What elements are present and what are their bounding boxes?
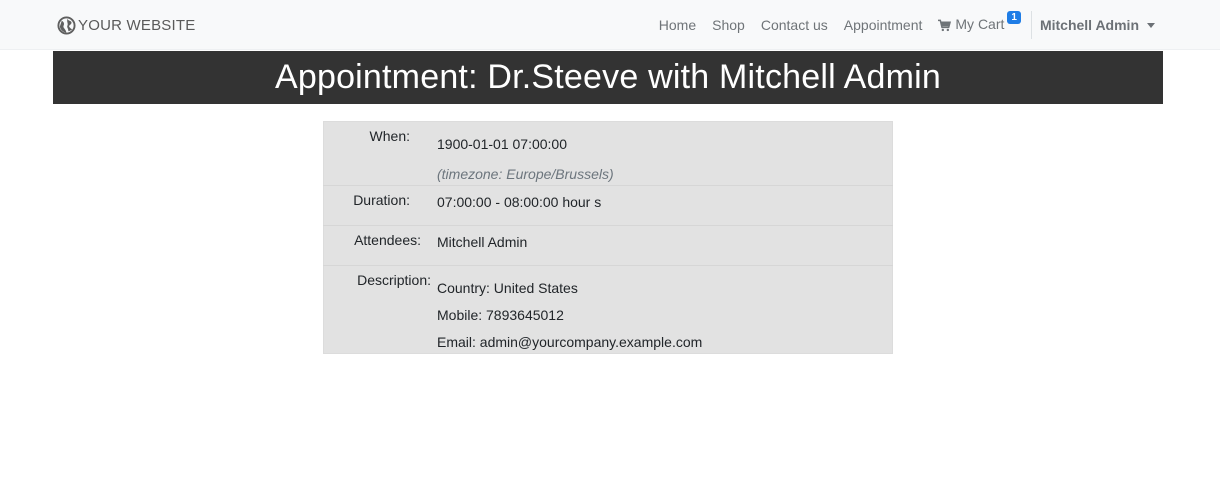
user-name: Mitchell Admin xyxy=(1039,17,1139,33)
page-title: Appointment: Dr.Steeve with Mitchell Adm… xyxy=(274,58,942,96)
description-line: Email: admin@yourcompany.example.com xyxy=(437,334,703,350)
top-navbar: YOUR WEBSITE Home Shop Contact us Appoin… xyxy=(0,0,1220,50)
user-menu-dropdown[interactable]: Mitchell Admin xyxy=(1032,17,1220,33)
cart-count-badge: 1 xyxy=(1007,10,1021,24)
attendees-value: Mitchell Admin xyxy=(437,234,528,250)
when-label: When: xyxy=(369,128,410,144)
chevron-down-icon xyxy=(1147,23,1155,28)
description-value: Country: United States Mobile: 789364501… xyxy=(437,266,892,353)
shopping-cart-icon xyxy=(938,16,952,35)
attendees-label: Attendees: xyxy=(354,232,421,248)
nav-home[interactable]: Home xyxy=(651,17,704,33)
table-row: Attendees: Mitchell Admin xyxy=(323,225,893,266)
table-row: When: 1900-01-01 07:00:00 (timezone: Eur… xyxy=(324,122,893,186)
main-nav: Home Shop Contact us Appointment My Cart… xyxy=(651,0,1220,50)
nav-shop[interactable]: Shop xyxy=(704,17,753,33)
globe-icon xyxy=(57,15,76,35)
when-timezone: (timezone: Europe/Brussels) xyxy=(437,166,614,182)
brand-logo[interactable]: YOUR WEBSITE xyxy=(57,13,195,37)
page-title-bar: Appointment: Dr.Steeve with Mitchell Adm… xyxy=(53,51,1163,104)
duration-label: Duration: xyxy=(353,192,410,208)
cart-label: My Cart xyxy=(955,15,1005,32)
appointment-details-table: When: 1900-01-01 07:00:00 (timezone: Eur… xyxy=(323,121,893,354)
when-value: 1900-01-01 07:00:00 (timezone: Europe/Br… xyxy=(437,122,892,185)
nav-my-cart[interactable]: My Cart 1 xyxy=(930,10,1029,35)
table-row: Duration: 07:00:00 - 08:00:00 hour s xyxy=(323,185,893,226)
when-datetime: 1900-01-01 07:00:00 xyxy=(437,136,567,152)
brand-name: YOUR WEBSITE xyxy=(78,16,196,34)
description-line: Country: United States xyxy=(437,280,578,296)
description-line: Mobile: 7893645012 xyxy=(437,307,564,323)
duration-value: 07:00:00 - 08:00:00 hour s xyxy=(437,194,602,210)
table-row: Description: Country: United States Mobi… xyxy=(323,265,893,354)
description-label: Description: xyxy=(357,272,431,288)
nav-appointment[interactable]: Appointment xyxy=(836,17,931,33)
nav-contact-us[interactable]: Contact us xyxy=(753,17,836,33)
